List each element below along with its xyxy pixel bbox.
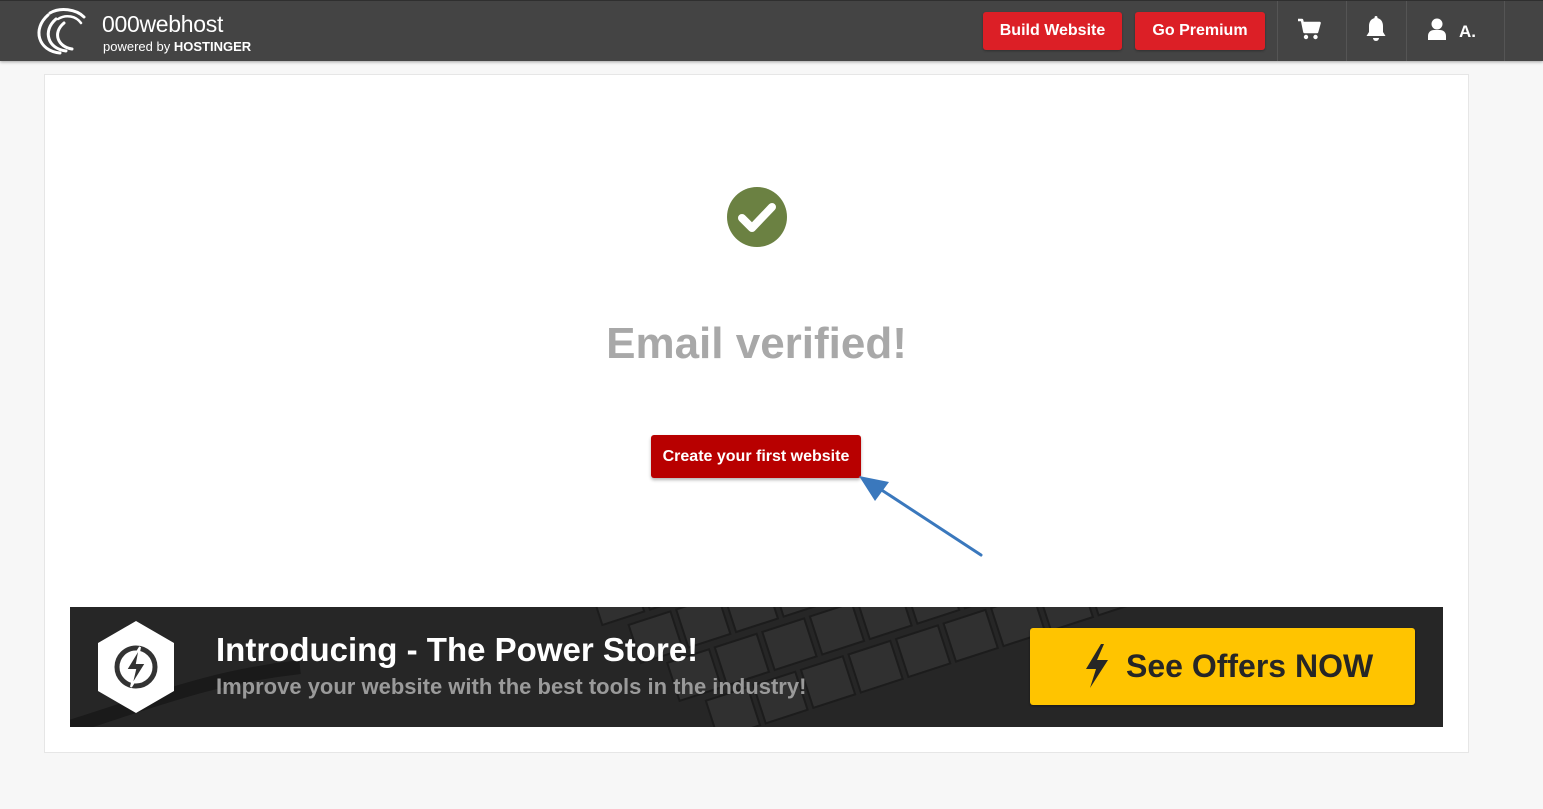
pointer-arrow-icon [859,476,983,557]
bell-icon[interactable] [1365,16,1387,47]
nav-divider [1504,1,1505,61]
see-offers-button[interactable]: See Offers NOW [1030,628,1415,705]
power-store-banner[interactable]: Introducing - The Power Store! Improve y… [70,607,1443,727]
top-navbar: 000webhost powered by HOSTINGER Build We… [0,0,1543,61]
see-offers-label: See Offers NOW [1126,648,1374,684]
check-circle-icon [727,187,787,247]
swirl-logo-icon [37,8,86,55]
nav-divider [1277,1,1278,61]
create-first-website-button[interactable]: Create your first website [651,435,861,478]
verification-card: Email verified! Create your first websit… [44,74,1469,753]
build-website-button[interactable]: Build Website [983,12,1122,50]
brand-tagline-prefix: powered by [103,39,171,54]
user-initial[interactable]: A. [1459,22,1476,42]
brand-logo[interactable]: 000webhost powered by HOSTINGER [30,5,270,59]
nav-divider [1346,1,1347,61]
brand-tagline-name: HOSTINGER [173,39,252,54]
page-title: Email verified! [606,319,907,368]
banner-subtitle: Improve your website with the best tools… [216,674,807,699]
lightning-icon [1086,644,1108,688]
banner-title: Introducing - The Power Store! [216,631,699,668]
brand-tagline: powered by HOSTINGER [103,39,251,54]
user-icon[interactable] [1427,17,1447,46]
cart-icon[interactable] [1297,17,1321,46]
brand-name: 000webhost [102,11,224,37]
go-premium-button[interactable]: Go Premium [1135,12,1265,50]
lightning-hexagon-icon [98,621,174,713]
nav-divider [1406,1,1407,61]
